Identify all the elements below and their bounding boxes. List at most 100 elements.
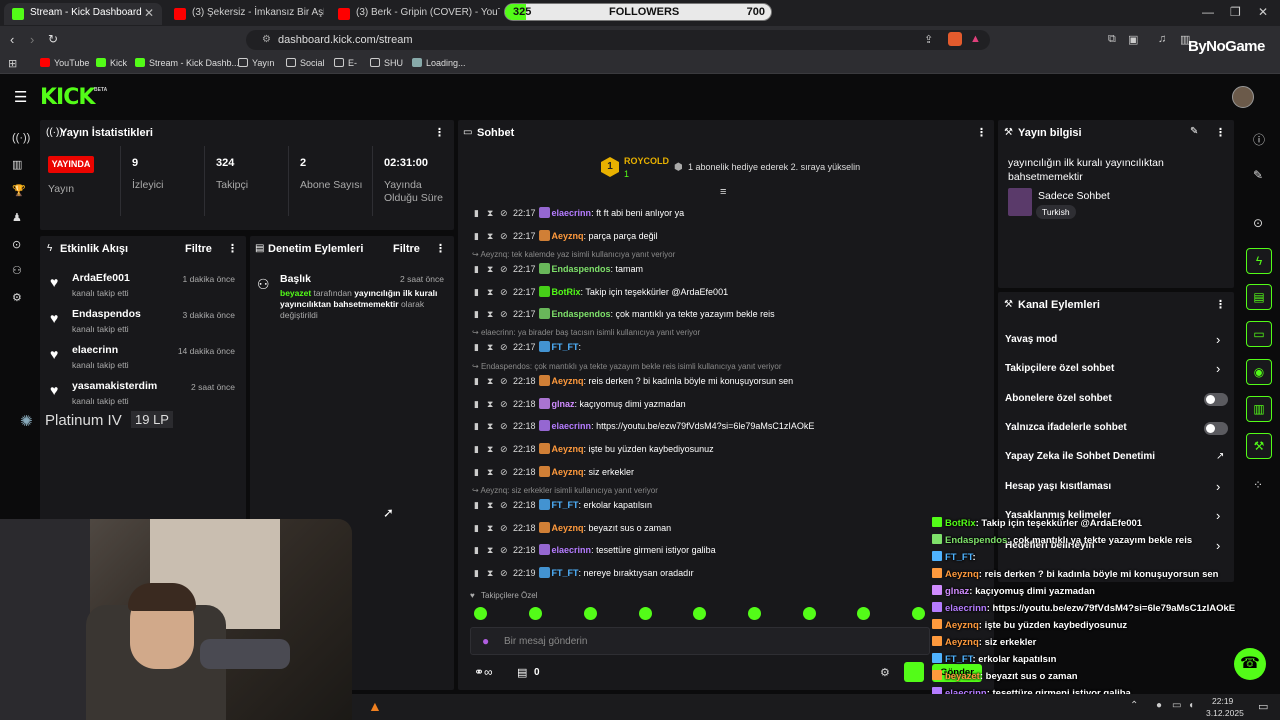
bookmark-youtube[interactable]: YouTube [40,58,89,68]
pin-message-icon[interactable]: ▮ [474,208,484,219]
pin-message-icon[interactable]: ▮ [474,444,484,455]
activity-user[interactable]: elaecrinn [72,344,118,356]
clock-date[interactable]: 3.12.2025 [1206,708,1244,718]
chat-username[interactable]: elaecrinn [552,545,592,555]
camera-icon[interactable]: ⊙ [12,238,21,251]
reload-icon[interactable]: ↻ [48,32,58,46]
clock-time[interactable]: 22:19 [1212,696,1233,706]
pin-icon[interactable]: ≡ [720,186,726,198]
mic-icon[interactable]: ● [482,634,489,648]
pin-message-icon[interactable]: ▮ [474,421,484,432]
chat-username[interactable]: glnaz [552,399,575,409]
channel-action-item[interactable]: Yavaş mod [1005,334,1057,345]
close-tab-icon[interactable]: ✕ [144,6,154,20]
ban-icon[interactable]: ⊘ [500,399,510,410]
forward-icon[interactable]: › [30,32,34,47]
timeout-icon[interactable]: ⧗ [487,309,497,320]
maximize-icon[interactable]: ❐ [1230,5,1241,19]
chevron-right-icon[interactable]: › [1216,361,1220,376]
reply-context[interactable]: ↪ Aeyznq: tek kalemde yaz isimli kullanı… [472,250,675,259]
chat-message[interactable]: ▮ ⧗ ⊘ 22:18 elaecrinn: https://youtu.be/ezw7… [474,420,814,436]
external-link-icon[interactable]: ↗ [1216,451,1224,462]
moderation-filter-button[interactable]: Filtre [393,243,420,255]
store-icon[interactable]: ▤ [517,666,527,679]
chevron-right-icon[interactable]: › [1216,508,1220,523]
ban-icon[interactable]: ⊘ [500,500,510,511]
chat-message[interactable]: ▮ ⧗ ⊘ 22:18 glnaz: kaçıyomuş dimi yazmadan [474,398,686,414]
chat-username[interactable]: Aeyznq [552,444,584,454]
settings-icon[interactable]: ⚙ [880,666,890,679]
timeout-icon[interactable]: ⧗ [487,421,497,432]
timeout-icon[interactable]: ⧗ [487,231,497,242]
chat-username[interactable]: BotRix [552,287,581,297]
more-options-icon[interactable]: ⋮ [976,126,987,139]
emote-icon[interactable] [803,607,816,620]
info-icon[interactable]: ⓘ [1253,131,1265,148]
timeout-icon[interactable]: ⧗ [487,287,497,298]
chat-message[interactable]: ▮ ⧗ ⊘ 22:18 elaecrinn: tesettüre girmeni ist… [474,544,716,560]
timeout-icon[interactable]: ⧗ [487,399,497,410]
support-icon[interactable]: ☎ [1234,648,1266,680]
users-icon[interactable]: ⚇ [12,264,22,277]
emote-picker-icon[interactable] [904,662,924,682]
reply-context[interactable]: ↪ elaecrinn: ya birader baş tacısın isim… [472,328,700,337]
ban-icon[interactable]: ⊘ [500,287,510,298]
chat-message[interactable]: ▮ ⧗ ⊘ 22:18 FT_FT: erkolar kapatılsın [474,499,652,515]
chat-username[interactable]: Aeyznq [552,376,584,386]
chat-username[interactable]: Aeyznq [552,231,584,241]
pin-message-icon[interactable]: ▮ [474,342,484,353]
emote-icon[interactable] [857,607,870,620]
chat-username[interactable]: Endaspendos [552,309,611,319]
quick-action-wrench-icon[interactable]: ⚒ [1246,433,1272,459]
ban-icon[interactable]: ⊘ [500,231,510,242]
chat-username[interactable]: FT_FT [552,342,579,352]
pin-message-icon[interactable]: ▮ [474,523,484,534]
edit-icon[interactable]: ✎ [1190,126,1198,137]
gift-promo-text[interactable]: 1 abonelik hediye ederek 2. sıraya yükse… [688,162,860,172]
tray-chevron-icon[interactable]: ⌃ [1130,700,1138,711]
emote-icon[interactable] [584,607,597,620]
bookmark-folder-yayin[interactable]: Yayın [238,58,274,68]
site-info-icon[interactable]: ⚙ [262,34,271,45]
extensions-icon[interactable]: ⧉ [1108,33,1116,46]
timeout-icon[interactable]: ⧗ [487,467,497,478]
chat-username[interactable]: elaecrinn [552,421,592,431]
toggle-switch[interactable] [1204,422,1228,435]
close-window-icon[interactable]: ✕ [1258,5,1268,19]
chevron-right-icon[interactable]: › [1216,538,1220,553]
mod-user[interactable]: beyazet [280,288,311,298]
wallet-icon[interactable]: ▣ [1128,33,1138,46]
chat-message[interactable]: ▮ ⧗ ⊘ 22:19 FT_FT: nereye bıraktıysan oradad… [474,567,694,583]
more-options-icon[interactable]: ⋮ [1215,126,1226,139]
chat-username[interactable]: Endaspendos [552,264,611,274]
ban-icon[interactable]: ⊘ [500,545,510,556]
back-icon[interactable]: ‹ [10,32,14,47]
pin-message-icon[interactable]: ▮ [474,376,484,387]
chevron-right-icon[interactable]: › [1216,332,1220,347]
ban-icon[interactable]: ⊘ [500,264,510,275]
ban-icon[interactable]: ⊘ [500,467,510,478]
bookmark-kick[interactable]: Kick [96,58,127,68]
bookmark-folder-shu[interactable]: SHU [370,58,403,68]
reply-context[interactable]: ↪ Aeyznq: siz erkekler isimli kullanıcıy… [472,486,658,495]
bookmark-folder-e[interactable]: E- [334,58,357,68]
pin-message-icon[interactable]: ▮ [474,467,484,478]
quick-action-bolt-icon[interactable]: ϟ [1246,248,1272,274]
ban-icon[interactable]: ⊘ [500,342,510,353]
more-options-icon[interactable]: ⋮ [1215,298,1226,311]
timeout-icon[interactable]: ⧗ [487,545,497,556]
timeout-icon[interactable]: ⧗ [487,444,497,455]
chat-message[interactable]: ▮ ⧗ ⊘ 22:18 Aeyznq: reis derken ? bi kadınla… [474,375,793,391]
timeout-icon[interactable]: ⧗ [487,342,497,353]
timeout-icon[interactable]: ⧗ [487,208,497,219]
emote-icon[interactable] [474,607,487,620]
chat-message[interactable]: ▮ ⧗ ⊘ 22:17 Endaspendos: tamam [474,263,643,279]
pin-message-icon[interactable]: ▮ [474,287,484,298]
notification-icon[interactable]: ▭ [1258,700,1268,713]
pin-message-icon[interactable]: ▮ [474,231,484,242]
chat-username[interactable]: elaecrinn [552,208,592,218]
tab-kick-dashboard[interactable]: Stream - Kick Dashboard ✕ [4,3,162,25]
brave-shield-icon[interactable] [948,32,962,46]
kick-logo[interactable]: KICK [40,85,95,110]
emote-icon[interactable] [748,607,761,620]
